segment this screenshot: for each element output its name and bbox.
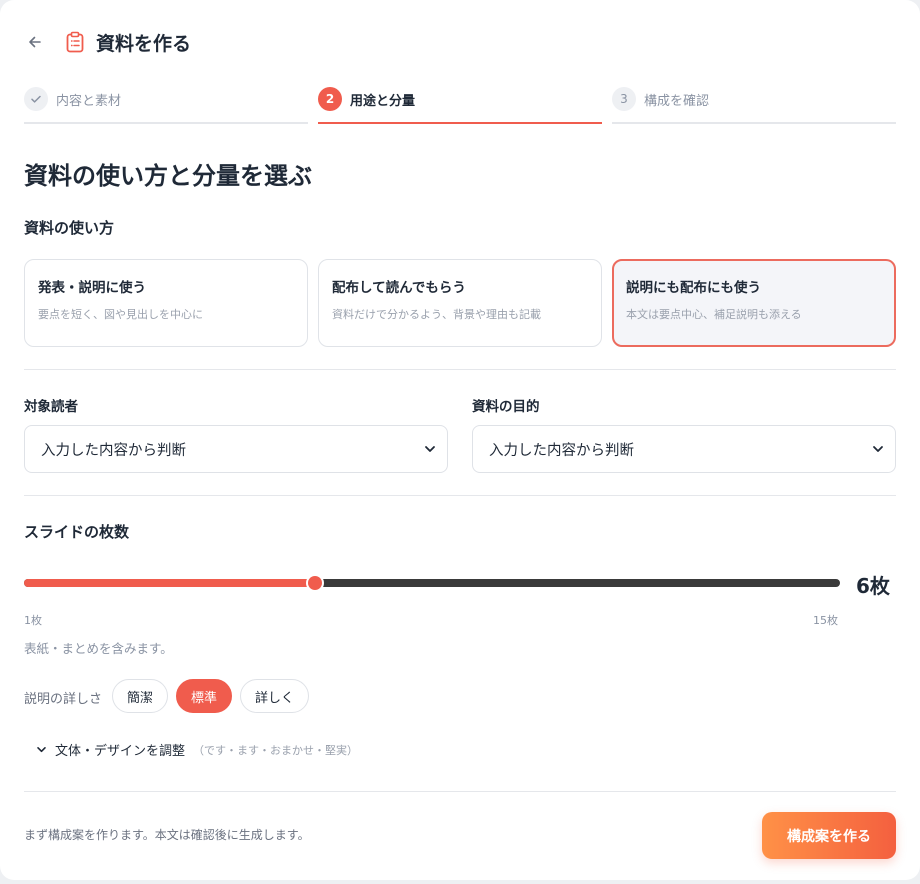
usage-option-both[interactable]: 説明にも配布にも使う 本文は要点中心、補足説明も添える	[612, 259, 896, 347]
step-number: 3	[612, 87, 636, 111]
slider-max-label: 15枚	[813, 614, 838, 627]
option-desc: 資料だけで分かるよう、背景や理由も記載	[332, 308, 541, 321]
footer-note: まず構成案を作ります。本文は確認後に生成します。	[24, 828, 310, 842]
divider	[24, 791, 896, 792]
step-number: 2	[318, 87, 342, 111]
expander-label: 文体・デザインを調整	[55, 744, 186, 759]
audience-select[interactable]: 入力した内容から判断	[24, 425, 448, 473]
option-title: 発表・説明に使う	[38, 280, 146, 296]
expander-sub: （です・ます・おまかせ・堅実）	[193, 743, 359, 757]
slides-value: 6枚	[856, 574, 890, 598]
slider-fill	[24, 579, 315, 587]
purpose-label: 資料の目的	[472, 399, 540, 415]
page-title: 資料を作る	[96, 32, 192, 55]
create-outline-button[interactable]: 構成案を作る	[762, 812, 896, 859]
step-usage[interactable]: 2 用途と分量	[318, 86, 602, 124]
header: 資料を作る	[24, 28, 191, 56]
usage-option-handout[interactable]: 配布して読んでもらう 資料だけで分かるよう、背景や理由も記載	[318, 259, 602, 347]
step-label: 用途と分量	[350, 93, 416, 109]
option-title: 配布して読んでもらう	[332, 280, 466, 296]
detail-concise-button[interactable]: 簡潔	[112, 679, 168, 713]
chevron-down-icon	[423, 442, 437, 456]
detail-detailed-button[interactable]: 詳しく	[240, 679, 309, 713]
style-expander[interactable]: 文体・デザインを調整 （です・ます・おまかせ・堅実）	[36, 740, 358, 759]
step-content[interactable]: 内容と素材	[24, 86, 308, 124]
chevron-down-icon	[871, 442, 885, 456]
detail-standard-button[interactable]: 標準	[176, 679, 232, 713]
slider-thumb[interactable]	[308, 576, 322, 590]
option-desc: 要点を短く、図や見出しを中心に	[38, 308, 203, 321]
section-heading: 資料の使い方と分量を選ぶ	[24, 162, 312, 190]
step-label: 内容と素材	[56, 93, 122, 109]
option-desc: 本文は要点中心、補足説明も添える	[626, 308, 802, 321]
slides-hint: 表紙・まとめを含みます。	[24, 641, 173, 656]
purpose-select[interactable]: 入力した内容から判断	[472, 425, 896, 473]
back-arrow-icon[interactable]	[24, 31, 46, 53]
usage-options: 発表・説明に使う 要点を短く、図や見出しを中心に 配布して読んでもらう 資料だけ…	[24, 259, 896, 347]
step-confirm[interactable]: 3 構成を確認	[612, 86, 896, 124]
detail-label: 説明の詳しさ	[24, 692, 103, 707]
main-card: 資料を作る 内容と素材 2 用途と分量 3 構成を確認 資料の使い方と分量を選ぶ…	[0, 0, 920, 880]
divider	[24, 369, 896, 370]
usage-option-presentation[interactable]: 発表・説明に使う 要点を短く、図や見出しを中心に	[24, 259, 308, 347]
purpose-value: 入力した内容から判断	[489, 442, 634, 459]
stepper: 内容と素材 2 用途と分量 3 構成を確認	[24, 86, 896, 124]
slider-min-label: 1枚	[24, 614, 42, 627]
divider	[24, 495, 896, 496]
option-title: 説明にも配布にも使う	[626, 280, 761, 296]
slides-label: スライドの枚数	[24, 523, 130, 541]
audience-label: 対象読者	[24, 399, 78, 415]
audience-value: 入力した内容から判断	[41, 442, 186, 459]
slides-slider[interactable]	[24, 576, 840, 590]
step-label: 構成を確認	[644, 93, 710, 109]
chevron-down-icon	[36, 740, 47, 759]
checkmark-icon	[24, 87, 48, 111]
clipboard-icon	[64, 31, 86, 53]
usage-label: 資料の使い方	[24, 219, 115, 237]
